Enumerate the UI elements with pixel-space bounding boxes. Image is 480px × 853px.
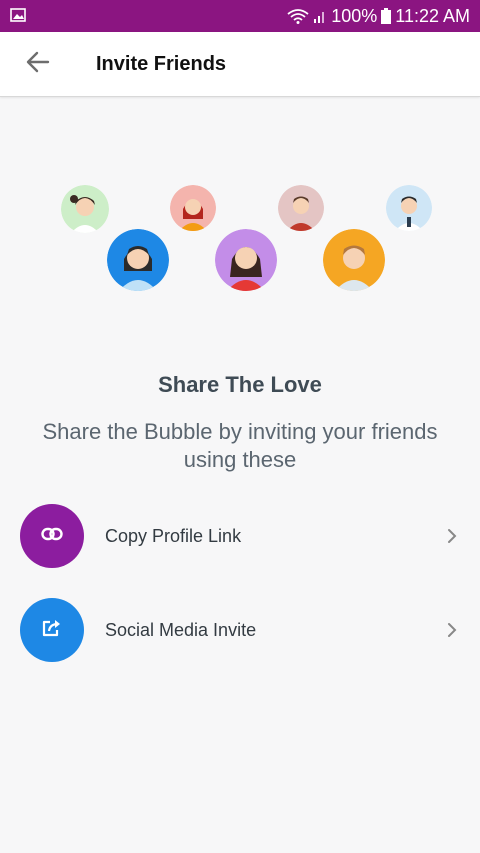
avatar-woman-blue [107, 229, 169, 291]
copy-profile-link-button[interactable]: Copy Profile Link [0, 500, 480, 572]
arrow-left-icon [26, 51, 50, 78]
link-icon [41, 527, 63, 546]
chevron-right-icon [440, 618, 464, 642]
signal-icon [313, 9, 327, 23]
status-bar: 100% 11:22 AM [0, 0, 480, 32]
share-title: Share The Love [158, 372, 322, 397]
social-invite-icon-circle [20, 598, 84, 662]
avatar-woman-red [170, 185, 216, 231]
battery-label: 100% [331, 5, 378, 26]
avatar-man-red-shirt [278, 185, 324, 231]
avatar-woman-purple [215, 229, 277, 291]
copy-link-icon-circle [20, 504, 84, 568]
wifi-icon [287, 8, 309, 24]
clock: 11:22 AM [395, 5, 470, 26]
avatar-man-orange [323, 229, 385, 291]
app-bar: Invite Friends [0, 32, 480, 97]
copy-profile-link-label: Copy Profile Link [105, 525, 242, 546]
avatar-girl-ponytail [61, 185, 109, 233]
avatar-illustration [0, 96, 480, 336]
battery-icon [381, 8, 392, 24]
share-subtitle: Share the Bubble by inviting your friend… [42, 419, 438, 472]
avatar-man-tie [386, 185, 432, 231]
gallery-icon [10, 6, 26, 27]
social-media-invite-button[interactable]: Social Media Invite [0, 594, 480, 666]
back-button[interactable] [18, 44, 58, 84]
social-media-invite-label: Social Media Invite [105, 619, 257, 640]
page-title: Invite Friends [96, 52, 227, 75]
share-icon [41, 618, 63, 643]
chevron-right-icon [440, 524, 464, 548]
